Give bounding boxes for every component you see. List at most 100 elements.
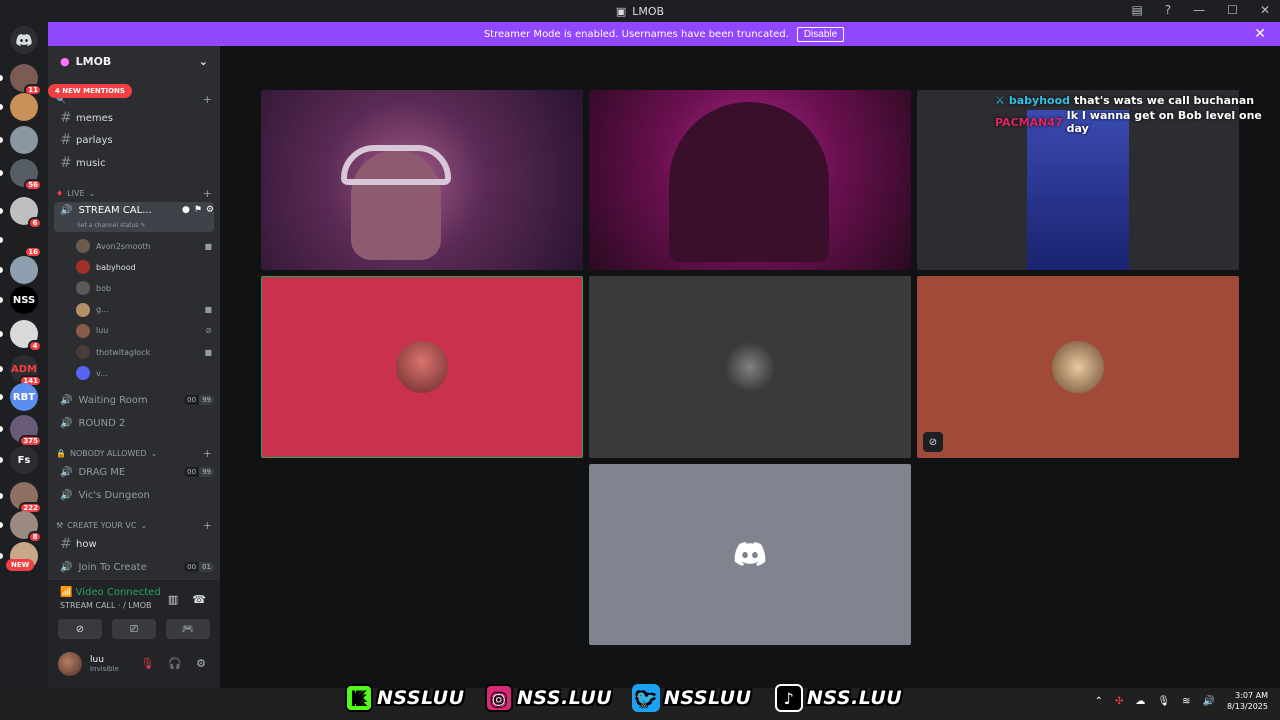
voice-status[interactable]: Video Connected [76, 587, 161, 598]
voice-user-6[interactable]: thotwitaglock ■ [76, 343, 212, 361]
sword-icon: ⚔ [995, 93, 1005, 107]
voice-user-1[interactable]: Avon2smooth ■ [76, 237, 212, 255]
add-channel-icon[interactable]: + [203, 447, 212, 460]
video-tile-5[interactable] [589, 276, 911, 458]
add-channel-icon[interactable]: + [203, 93, 212, 106]
chevron-down-icon: ⌄ [150, 448, 158, 458]
invite-icon[interactable]: ⚑ [194, 205, 202, 215]
instagram-icon: ◎ [485, 684, 513, 712]
text-channel-icon: # [60, 110, 72, 126]
camera-icon: ■ [204, 241, 212, 251]
inbox-icon[interactable]: ▤ [1131, 3, 1142, 17]
help-icon[interactable]: ? [1165, 3, 1171, 17]
title-bar: ▣ LMOB ▤ ? — ☐ ✕ [0, 0, 1280, 22]
server-icon[interactable]: Fs [10, 446, 38, 474]
server-icon[interactable]: 222 [10, 482, 42, 514]
unread-indicator [0, 237, 3, 243]
disable-streamer-mode-button[interactable]: Disable [796, 26, 845, 42]
server-icon[interactable]: 6 [10, 197, 42, 229]
user-name: luu [90, 655, 104, 665]
server-icon[interactable]: 4 [10, 320, 42, 352]
volume-icon[interactable]: 🔊 [1203, 696, 1215, 707]
channel-round-2[interactable]: 🔊 ROUND 2 [54, 413, 214, 433]
cloud-icon[interactable]: ☁ [1135, 696, 1145, 707]
noise-suppression-icon[interactable]: ▥ [168, 593, 178, 606]
category-nobody-allowed[interactable]: 🔒 NOBODY ALLOWED ⌄ + [56, 446, 212, 460]
voice-user-4[interactable]: g... ■ [76, 301, 212, 319]
gear-icon[interactable]: ⚙ [206, 205, 214, 215]
server-icon[interactable] [10, 93, 38, 121]
channel-vics-dungeon[interactable]: 🔊 Vic's Dungeon [54, 485, 214, 505]
system-tray: ⌃ ✣ ☁ 🎙 ≋ 🔊 3:07 AM 8/13/2025 [1095, 690, 1268, 712]
camera-toggle-button[interactable]: ⊘ [58, 619, 102, 639]
server-icon[interactable]: ADM 141 [10, 355, 42, 387]
category-create-your-vc[interactable]: ⚒ CREATE YOUR VC ⌄ + [56, 518, 212, 532]
minimize-button[interactable]: — [1193, 3, 1205, 17]
server-icon[interactable] [10, 256, 38, 284]
channel-waiting-room[interactable]: 🔊 Waiting Room 00 99 [54, 390, 214, 410]
screen-share-button[interactable]: ⎚ [112, 619, 156, 639]
channel-how[interactable]: # how [54, 534, 214, 554]
server-icon[interactable]: 56 [10, 159, 42, 191]
avatar[interactable] [58, 652, 82, 676]
channel-music[interactable]: # music [54, 153, 214, 173]
signal-icon: 📶 [60, 587, 73, 598]
server-icon[interactable]: NSS [10, 286, 38, 314]
avatar [76, 345, 90, 359]
server-icon[interactable] [10, 126, 38, 154]
video-tile-2[interactable] [589, 90, 911, 270]
close-window-button[interactable]: ✕ [1260, 3, 1270, 17]
chat-bubble-icon[interactable]: ● [182, 205, 190, 215]
channel-drag-me[interactable]: 🔊 DRAG ME 00 99 [54, 462, 214, 482]
twitter-icon: 🐦 [632, 684, 660, 712]
wifi-icon[interactable]: ≋ [1182, 696, 1190, 707]
chat-overlay: ⚔ babyhood that's wats we call buchanan … [995, 89, 1280, 136]
voice-user-2[interactable]: babyhood [76, 258, 212, 276]
channel-parlays[interactable]: # parlays [54, 130, 214, 150]
channel-label: DRAG ME [78, 466, 126, 478]
category-label: CREATE YOUR VC [67, 520, 137, 530]
voice-user-5[interactable]: luu ⊘ [76, 322, 212, 340]
add-channel-icon[interactable]: + [203, 187, 212, 200]
channel-status[interactable]: Set a channel status ✎ [77, 222, 145, 229]
new-mentions-badge[interactable]: 4 NEW MENTIONS [48, 84, 132, 98]
server-label: NSS [12, 294, 36, 306]
clock[interactable]: 3:07 AM 8/13/2025 [1227, 690, 1268, 712]
video-tile-4[interactable] [261, 276, 583, 458]
server-icon[interactable]: RBT [10, 383, 38, 411]
voice-user-3[interactable]: bob [76, 279, 212, 297]
server-icon[interactable]: 8 [10, 511, 42, 543]
server-icon[interactable]: 11 [10, 64, 42, 96]
server-icon[interactable]: 16 [10, 226, 42, 258]
avatar [396, 341, 448, 393]
video-tile-1[interactable] [261, 90, 583, 270]
disconnect-icon[interactable]: ☎ [192, 593, 206, 606]
avatar [76, 260, 90, 275]
discord-logo-icon [734, 542, 766, 570]
mic-muted-icon[interactable]: 🎙 [140, 657, 154, 670]
channel-memes[interactable]: # memes [54, 108, 214, 128]
activities-button[interactable]: 🎮 [166, 619, 210, 639]
discord-home-icon[interactable] [10, 26, 38, 54]
unread-indicator [0, 297, 3, 303]
twitter-handle: 🐦 NSSLUU [632, 683, 752, 713]
headphones-icon[interactable]: 🎧 [168, 657, 182, 670]
channel-join-to-create[interactable]: 🔊 Join To Create 00 01 [54, 557, 214, 577]
video-tile-7[interactable] [589, 464, 911, 645]
chat-username: PACMAN47 [995, 115, 1063, 129]
microphone-icon[interactable]: 🎙 [1157, 696, 1170, 707]
chevron-up-icon[interactable]: ⌃ [1095, 696, 1103, 707]
add-channel-icon[interactable]: + [203, 519, 212, 532]
avatar [76, 366, 90, 381]
app-tray-icon[interactable]: ✣ [1115, 696, 1123, 707]
maximize-button[interactable]: ☐ [1227, 3, 1238, 17]
server-icon[interactable]: 375 [10, 415, 42, 447]
category-live[interactable]: ♦ LIVE ⌄ + [56, 186, 212, 200]
video-tile-6[interactable]: ⊘ [917, 276, 1239, 458]
chat-text: that's wats we call buchanan [1074, 93, 1255, 107]
voice-user-7[interactable]: v... [76, 364, 212, 382]
close-banner-icon[interactable]: ✕ [1254, 26, 1266, 42]
server-header[interactable]: ● LMOB ⌄ [48, 46, 220, 76]
camera-icon: ■ [204, 305, 212, 315]
gear-icon[interactable]: ⚙ [196, 657, 206, 670]
